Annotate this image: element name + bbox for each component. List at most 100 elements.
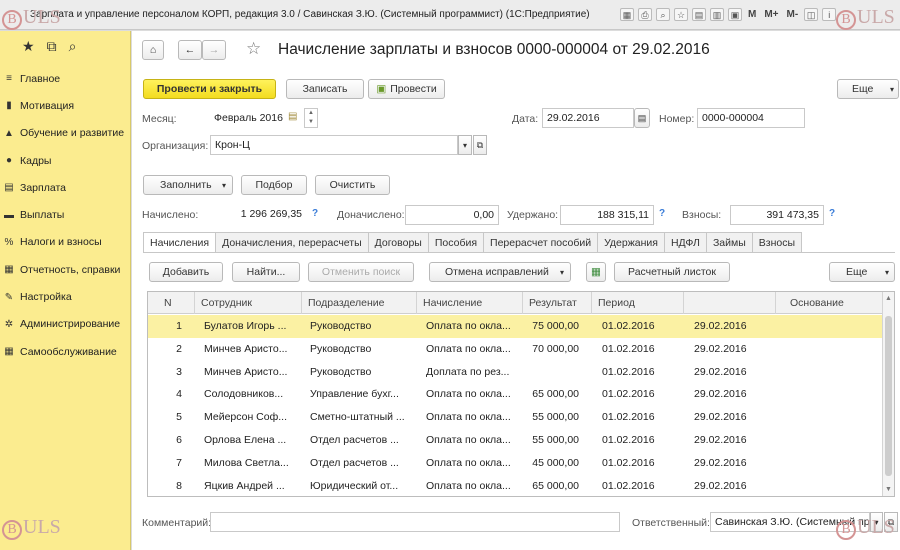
tab-recalculations[interactable]: Доначисления, перерасчеты: [216, 232, 369, 253]
sidebar-item-selfservice[interactable]: ▦ Самообслуживание: [0, 338, 131, 365]
grid-icon[interactable]: ▦: [620, 8, 634, 21]
memory-add-button[interactable]: M+: [762, 8, 780, 21]
accrued-help-link[interactable]: ?: [312, 208, 318, 219]
history-icon[interactable]: ⧉: [47, 38, 57, 55]
table-row[interactable]: 6 Орлова Елена ... Отдел расчетов ... Оп…: [148, 429, 883, 452]
month-stepper[interactable]: ▲ ▼: [304, 108, 318, 128]
table-row[interactable]: 7 Милова Светла... Отдел расчетов ... Оп…: [148, 452, 883, 475]
sidebar-item-main[interactable]: ≡ Главное: [0, 65, 131, 92]
table-header: N Сотрудник Подразделение Начисление Рез…: [148, 292, 883, 314]
add-row-button[interactable]: Добавить: [149, 262, 223, 282]
post-icon: ▣: [376, 83, 387, 95]
save-icon[interactable]: ▤: [692, 8, 706, 21]
sidebar-item-admin[interactable]: ✲ Администрирование: [0, 311, 131, 338]
forward-button[interactable]: →: [202, 40, 226, 60]
sidebar-item-reports[interactable]: ▦ Отчетность, справки: [0, 256, 131, 283]
column-header-n[interactable]: N: [148, 292, 195, 314]
column-header-basis[interactable]: Основание: [776, 292, 883, 314]
sidebar: ★ ⧉ ⌕ ≡ Главное ▮ Мотивация ▲ Обучение и ра…: [0, 31, 131, 550]
table-row[interactable]: 5 Мейерсон Соф... Сметно-штатный ... Опл…: [148, 406, 883, 429]
sidebar-item-hr[interactable]: ● Кадры: [0, 147, 131, 174]
sidebar-item-training[interactable]: ▲ Обучение и развитие: [0, 120, 131, 147]
date-picker-button[interactable]: ▤: [634, 108, 650, 128]
column-header-result[interactable]: Результат: [523, 292, 592, 314]
tab-benefits[interactable]: Пособия: [428, 232, 485, 253]
star-icon[interactable]: ★: [22, 38, 35, 55]
column-header-period-end[interactable]: [684, 292, 776, 314]
accrued-label: Начислено:: [142, 209, 199, 221]
sidebar-item-taxes[interactable]: % Налоги и взносы: [0, 229, 131, 256]
star-icon[interactable]: ☆: [674, 8, 688, 21]
save-button[interactable]: Записать: [286, 79, 364, 99]
organization-open-button[interactable]: ⧉: [473, 135, 487, 155]
memory-button[interactable]: M: [746, 8, 758, 21]
back-button[interactable]: ←: [178, 40, 202, 60]
sidebar-item-settings[interactable]: ✎ Настройка: [0, 283, 131, 310]
tab-contracts[interactable]: Договоры: [368, 232, 429, 253]
fill-button[interactable]: Заполнить ▾: [143, 175, 233, 195]
contributions-help-link[interactable]: ?: [829, 208, 835, 219]
favorite-star-icon[interactable]: ☆: [246, 39, 261, 59]
organization-field[interactable]: Крон-Ц: [210, 135, 458, 155]
clear-button[interactable]: Очистить: [315, 175, 390, 195]
search-icon[interactable]: ⌕: [656, 8, 670, 21]
sidebar-item-salary[interactable]: ▤ Зарплата: [0, 174, 131, 201]
tab-loans[interactable]: Займы: [706, 232, 753, 253]
scroll-up-icon[interactable]: ▲: [885, 295, 892, 302]
tab-deductions[interactable]: Удержания: [598, 232, 665, 253]
logo-b-icon: B: [2, 10, 22, 30]
grid-more-button[interactable]: Еще ▾: [829, 262, 895, 282]
table-scrollbar[interactable]: ▲ ▼: [882, 292, 894, 496]
watermark-logo: B ULS: [2, 6, 64, 30]
chevron-down-icon: ▾: [884, 267, 889, 277]
tab-accruals[interactable]: Начисления: [143, 232, 217, 253]
table-row[interactable]: 3 Минчев Аристо... Руководство Доплата п…: [148, 361, 883, 384]
withheld-help-link[interactable]: ?: [659, 208, 665, 219]
cancel-search-button[interactable]: Отменить поиск: [308, 262, 414, 282]
chevron-down-icon: ▾: [559, 267, 564, 277]
column-header-employee[interactable]: Сотрудник: [195, 292, 302, 314]
more-actions-button[interactable]: Еще ▾: [837, 79, 899, 99]
calendar-icon[interactable]: ▤: [288, 111, 297, 122]
window-mode-icon[interactable]: ◫: [804, 8, 819, 21]
number-field[interactable]: 0000-000004: [697, 108, 805, 128]
tab-benefit-recalc[interactable]: Перерасчет пособий: [484, 232, 599, 253]
chevron-down-icon: ▾: [221, 180, 226, 190]
home-button[interactable]: ⌂: [142, 40, 164, 60]
calculator-icon[interactable]: ▣: [728, 8, 742, 21]
tab-contributions[interactable]: Взносы: [752, 232, 803, 253]
table-row[interactable]: 1 Булатов Игорь ... Руководство Оплата п…: [148, 315, 883, 338]
select-button[interactable]: Подбор: [241, 175, 307, 195]
sidebar-item-payments[interactable]: ▬ Выплаты: [0, 201, 131, 228]
payslip-button[interactable]: Расчетный листок: [614, 262, 730, 282]
column-header-accrual[interactable]: Начисление: [417, 292, 523, 314]
calendar-icon[interactable]: ▥: [710, 8, 724, 21]
cancel-corrections-button[interactable]: Отмена исправлений ▾: [429, 262, 571, 282]
table-row[interactable]: 4 Солодовников... Управление бухг... Опл…: [148, 383, 883, 406]
column-header-department[interactable]: Подразделение: [302, 292, 417, 314]
excel-export-button[interactable]: ▦: [586, 262, 606, 282]
table-row[interactable]: 8 Яцкив Андрей ... Юридический от... Опл…: [148, 475, 883, 496]
search-icon[interactable]: ⌕: [69, 38, 77, 55]
column-header-period[interactable]: Период: [592, 292, 684, 314]
graduation-icon: ▲: [4, 127, 14, 139]
table-row[interactable]: 2 Минчев Аристо... Руководство Оплата по…: [148, 338, 883, 361]
sidebar-item-motivation[interactable]: ▮ Мотивация: [0, 92, 131, 119]
calendar-icon: ▤: [637, 112, 647, 123]
tab-income-tax[interactable]: НДФЛ: [664, 232, 707, 253]
find-button[interactable]: Найти...: [232, 262, 300, 282]
comment-field[interactable]: [210, 512, 620, 532]
sidebar-toolbar: ★ ⧉ ⌕: [0, 31, 131, 61]
scroll-down-icon[interactable]: ▼: [885, 486, 892, 493]
month-field[interactable]: Февраль 2016: [210, 109, 286, 129]
print-icon[interactable]: ⎙: [638, 8, 652, 21]
memory-subtract-button[interactable]: M-: [785, 8, 801, 21]
post-button[interactable]: ▣ Провести: [368, 79, 445, 99]
organization-dropdown-button[interactable]: ▾: [458, 135, 472, 155]
additional-label: Доначислено:: [337, 209, 405, 221]
scrollbar-thumb[interactable]: [885, 316, 892, 476]
withheld-value: 188 315,11: [560, 205, 654, 225]
info-icon[interactable]: i: [822, 8, 837, 21]
post-and-close-button[interactable]: Провести и закрыть: [143, 79, 276, 99]
date-field[interactable]: 29.02.2016: [542, 108, 634, 128]
